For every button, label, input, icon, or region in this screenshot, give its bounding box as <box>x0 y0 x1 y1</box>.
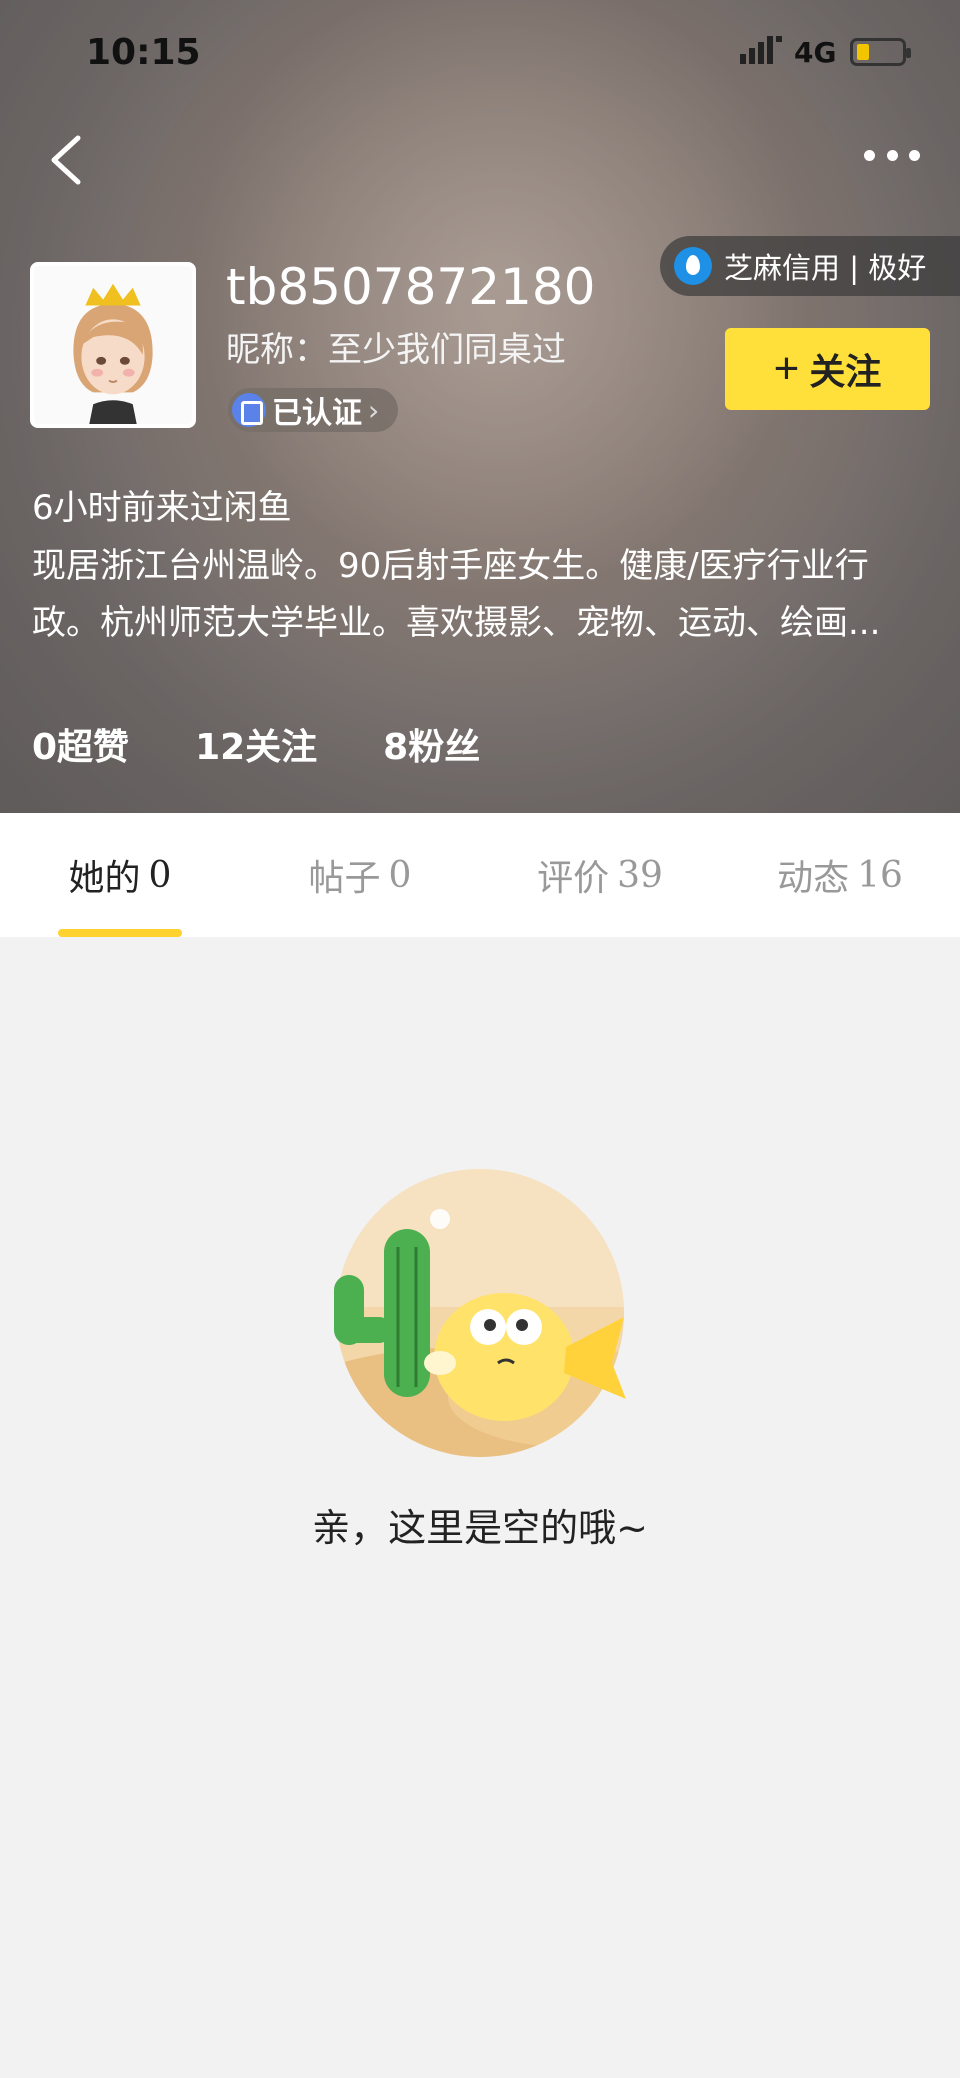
last-seen: 6小时前来过闲鱼 <box>32 488 292 528</box>
empty-state: 亲，这里是空的哦~ <box>0 937 960 2078</box>
verified-icon <box>232 393 266 427</box>
battery-icon <box>850 38 911 66</box>
plus-icon: + <box>773 344 800 393</box>
tab-count: 0 <box>148 854 172 896</box>
chevron-right-icon: › <box>368 393 380 427</box>
more-dot-icon <box>909 150 920 161</box>
more-dot-icon <box>886 150 898 161</box>
back-button[interactable] <box>46 132 86 188</box>
stat-following[interactable]: 12关注 <box>195 718 317 770</box>
tab-reviews[interactable]: 评价 39 <box>480 813 720 937</box>
signal-icon <box>740 36 782 64</box>
username: tb8507872180 <box>226 258 596 316</box>
verified-badge[interactable]: 已认证 › <box>228 388 398 432</box>
sesame-credit-icon <box>674 247 712 285</box>
status-bar: 10:15 4G <box>0 0 960 106</box>
profile-header: 10:15 4G 芝麻信用 | 极好 tb8507872180 昵称：至少我们同… <box>0 0 960 813</box>
bio[interactable]: 现居浙江台州温岭。90后射手座女生。健康/医疗行业行政。杭州师范大学毕业。喜欢摄… <box>32 538 932 652</box>
tab-label: 评价 <box>537 858 610 899</box>
empty-message: 亲，这里是空的哦~ <box>312 1506 648 1550</box>
tab-label: 帖子 <box>308 858 381 899</box>
follow-label: 关注 <box>809 351 882 392</box>
tab-count: 39 <box>617 854 663 896</box>
stat-followers[interactable]: 8粉丝 <box>383 718 480 770</box>
credit-text: 芝麻信用 | 极好 <box>724 251 927 285</box>
follow-button[interactable]: + 关注 <box>725 328 930 410</box>
tab-label: 动态 <box>777 858 850 899</box>
tab-hers[interactable]: 她的 0 <box>0 813 240 937</box>
tab-count: 16 <box>857 854 903 896</box>
tab-label: 她的 <box>68 858 141 899</box>
network-label: 4G <box>794 36 837 69</box>
credit-badge[interactable]: 芝麻信用 | 极好 <box>660 236 960 296</box>
empty-illustration <box>334 1169 626 1457</box>
avatar[interactable] <box>30 262 196 428</box>
more-dot-icon <box>864 150 875 161</box>
nickname: 昵称：至少我们同桌过 <box>226 330 566 370</box>
stat-likes[interactable]: 0超赞 <box>32 718 129 770</box>
more-options-button[interactable] <box>864 150 920 168</box>
avatar-image <box>34 266 192 424</box>
tab-activity[interactable]: 动态 16 <box>720 813 960 937</box>
tab-count: 0 <box>388 854 412 896</box>
status-time: 10:15 <box>86 32 201 73</box>
tab-posts[interactable]: 帖子 0 <box>240 813 480 937</box>
verified-label: 已认证 <box>272 396 362 431</box>
profile-tabs: 她的 0 帖子 0 评价 39 动态 16 <box>0 813 960 937</box>
stats-row: 0超赞 12关注 8粉丝 <box>32 718 480 770</box>
